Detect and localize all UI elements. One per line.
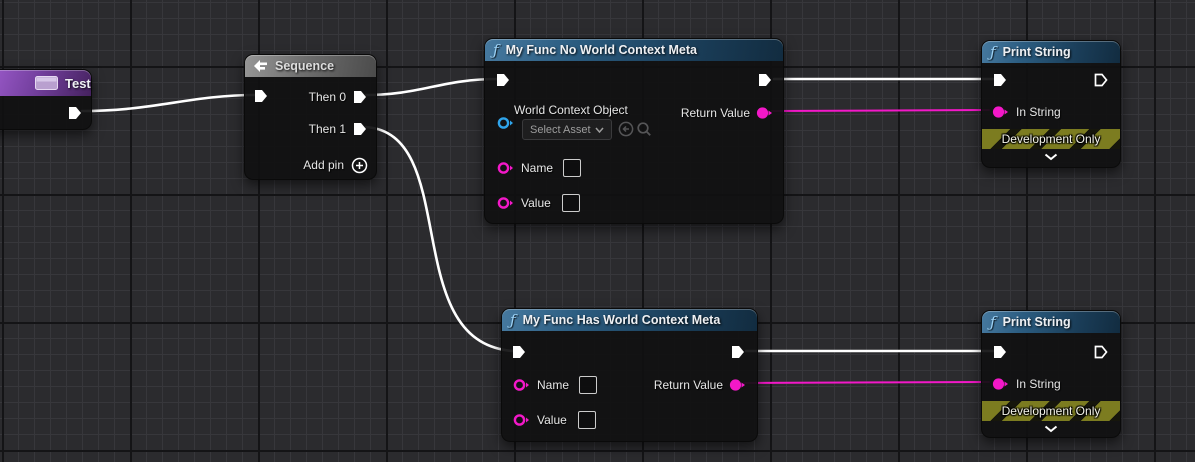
node-title: Print String [1003,315,1071,329]
pin-row-name: Name [513,376,597,394]
pin-label: Value [537,413,567,427]
node-func-header[interactable]: ƒ My Func No World Context Meta [485,39,783,61]
add-pin-row: Add pin [303,156,368,174]
string-in-pin-name[interactable] [513,377,530,393]
exec-in-pin[interactable] [511,344,527,360]
node-print-header[interactable]: ƒ Print String [982,41,1120,63]
select-asset-dropdown[interactable]: Select Asset [522,119,612,140]
chevron-down-icon [595,127,604,133]
object-pin-world-context[interactable] [497,115,514,131]
string-out-pin-return[interactable] [756,105,773,121]
node-func-header[interactable]: ƒ My Func Has World Context Meta [502,309,757,331]
string-out-pin-return[interactable] [729,377,746,393]
node-print-header[interactable]: ƒ Print String [982,311,1120,333]
node-title: Print String [1003,45,1071,59]
function-icon: ƒ [990,315,996,330]
value-text-input[interactable] [578,411,596,429]
select-asset-label: Select Asset [530,124,591,136]
exec-in-pin[interactable] [253,88,269,104]
node-sequence[interactable]: Sequence Then 0 Then 1 Add pin [244,54,377,180]
exec-out-pin[interactable] [67,105,83,121]
exec-out-pin[interactable] [757,72,773,88]
name-text-input[interactable] [579,376,597,394]
exec-wire-test-to-sequence[interactable] [82,95,256,111]
exec-out-pin[interactable] [730,344,746,360]
pin-row-in-string: In String [992,375,1061,393]
exec-out-pin-unconnected[interactable] [1093,344,1109,360]
function-icon: ƒ [990,45,996,60]
banner-label: Development Only [1002,404,1101,418]
node-test-header[interactable]: Test [0,70,91,96]
pin-label: Return Value [681,106,750,120]
pin-label: Then 0 [309,90,346,104]
node-func-has-world-context-meta[interactable]: ƒ My Func Has World Context Meta Name Re… [501,308,758,442]
node-func-no-world-context-meta[interactable]: ƒ My Func No World Context Meta World Co… [484,38,784,224]
string-in-pin-value[interactable] [513,412,530,428]
node-title: Sequence [275,59,334,73]
pin-label: Then 1 [309,122,346,136]
node-print-string-top[interactable]: ƒ Print String In String Development Onl… [981,40,1121,168]
sequence-icon [253,59,268,73]
exec-in-pin[interactable] [992,344,1008,360]
exec-out-pin-then0[interactable] [352,89,368,105]
node-test[interactable]: Test [0,69,92,130]
name-text-input[interactable] [563,159,581,177]
development-only-banner: Development Only [982,401,1120,421]
pin-label-world-context: World Context Object [514,103,628,117]
function-icon: ƒ [510,313,516,328]
node-title: My Func Has World Context Meta [523,313,721,327]
node-print-string-bottom[interactable]: ƒ Print String In String Development Onl… [981,310,1121,438]
exec-out-pin-then1[interactable] [352,121,368,137]
pin-label: In String [1016,105,1061,119]
use-selected-asset-button[interactable] [618,121,634,137]
pin-row-return-value: Return Value [681,104,773,122]
pin-row-in-string: In String [992,103,1061,121]
pin-label: Name [521,161,553,175]
string-in-pin-name[interactable] [497,160,514,176]
event-window-icon [35,76,58,90]
exec-in-pin[interactable] [495,72,511,88]
exec-out-pin-unconnected[interactable] [1093,72,1109,88]
node-title: My Func No World Context Meta [506,43,697,57]
function-icon: ƒ [493,43,499,58]
add-pin-button[interactable] [351,157,368,174]
data-wire-return-to-instring-bottom[interactable] [744,382,989,383]
banner-label: Development Only [1002,132,1101,146]
data-wire-return-to-instring-top[interactable] [772,110,989,111]
string-in-pin-instring[interactable] [992,104,1009,120]
browse-asset-icon[interactable] [636,121,652,137]
pin-row-value: Value [497,194,580,212]
string-in-pin-instring[interactable] [992,376,1009,392]
string-in-pin-value[interactable] [497,195,514,211]
exec-wire-then0-to-func-no-wcm[interactable] [366,79,498,95]
value-text-input[interactable] [562,194,580,212]
pin-row-name: Name [497,159,581,177]
node-sequence-header[interactable]: Sequence [245,55,376,77]
expand-node-chevron[interactable] [1044,425,1058,433]
development-only-banner: Development Only [982,129,1120,149]
exec-in-pin[interactable] [992,72,1008,88]
add-pin-label: Add pin [303,158,344,172]
pin-label: Name [537,378,569,392]
pin-label: Value [521,196,551,210]
pin-row-then0: Then 0 [309,88,368,106]
blueprint-graph-canvas[interactable]: Test Sequence Then 0 Then 1 [0,0,1195,462]
expand-node-chevron[interactable] [1044,153,1058,161]
pin-row-return-value: Return Value [654,376,746,394]
pin-row-then1: Then 1 [309,120,368,138]
pin-label: Return Value [654,378,723,392]
node-title: Test [65,76,91,91]
pin-row-value: Value [513,411,596,429]
pin-label: In String [1016,377,1061,391]
